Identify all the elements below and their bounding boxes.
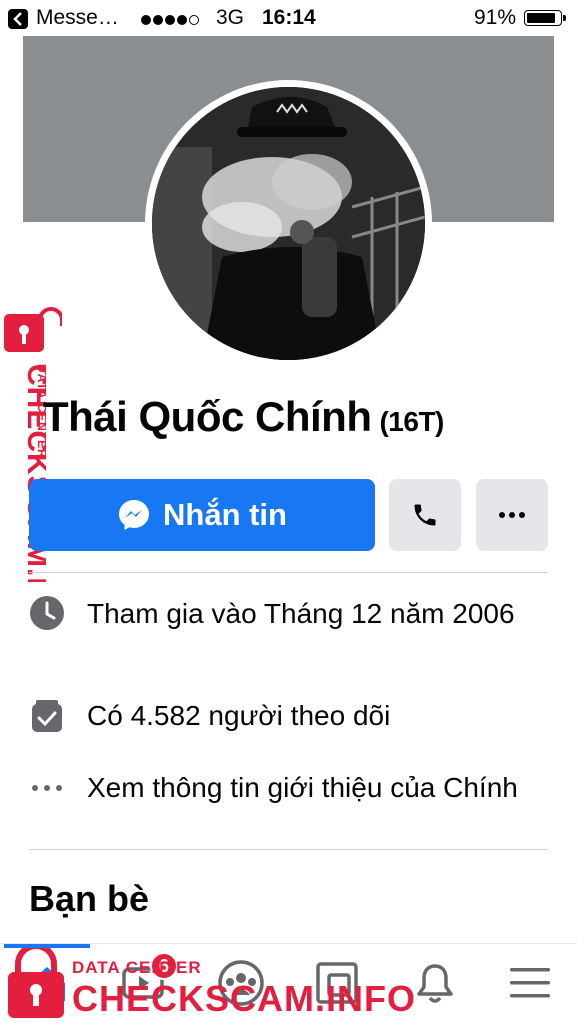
joined-date-text: Tham gia vào Tháng 12 năm 2006 [87, 598, 515, 629]
watermark-bottom-small: DATA CENTER [72, 958, 202, 977]
watermark-lock-icon [8, 948, 64, 1018]
phone-icon [414, 504, 436, 526]
clock-icon [30, 596, 64, 630]
profile-name-suffix: (16T) [379, 406, 444, 437]
back-to-app-button[interactable] [8, 9, 28, 29]
message-button-label: Nhắn tin [163, 497, 287, 532]
chevron-left-icon [13, 12, 22, 26]
messenger-icon [119, 500, 149, 530]
friends-section-title: Bạn bè [29, 878, 150, 919]
call-button[interactable] [389, 479, 461, 551]
message-button[interactable]: Nhắn tin [29, 479, 375, 551]
followers-icon [32, 700, 62, 732]
profile-avatar[interactable] [152, 87, 425, 360]
profile-photo-image [152, 87, 425, 360]
divider [29, 849, 548, 850]
more-dots-icon [32, 785, 62, 791]
status-bar: Messe… 3G 16:14 91% [0, 0, 577, 36]
divider [29, 572, 548, 573]
profile-name-text: Thái Quốc Chính [43, 393, 372, 440]
signal-strength-icon [141, 12, 201, 30]
nav-notifications[interactable] [410, 958, 460, 1008]
see-about-info-link[interactable]: Xem thông tin giới thiệu của Chính [87, 770, 527, 806]
watermark-bottom-big: CHECKSCAM.INFO [72, 978, 416, 1019]
back-app-label[interactable]: Messe… [36, 6, 119, 30]
battery-percentage: 91% [474, 6, 517, 29]
battery-icon [524, 10, 566, 26]
watermark-lock-icon [4, 307, 62, 352]
menu-icon [510, 968, 550, 998]
bell-icon [417, 964, 453, 1003]
nav-menu[interactable] [505, 958, 555, 1008]
profile-name: Thái Quốc Chính (16T) [43, 393, 444, 441]
clock: 16:14 [262, 6, 316, 29]
more-icon [499, 512, 525, 518]
followers-text[interactable]: Có 4.582 người theo dõi [87, 698, 527, 734]
network-type: 3G [216, 6, 245, 29]
more-options-button[interactable] [476, 479, 548, 551]
